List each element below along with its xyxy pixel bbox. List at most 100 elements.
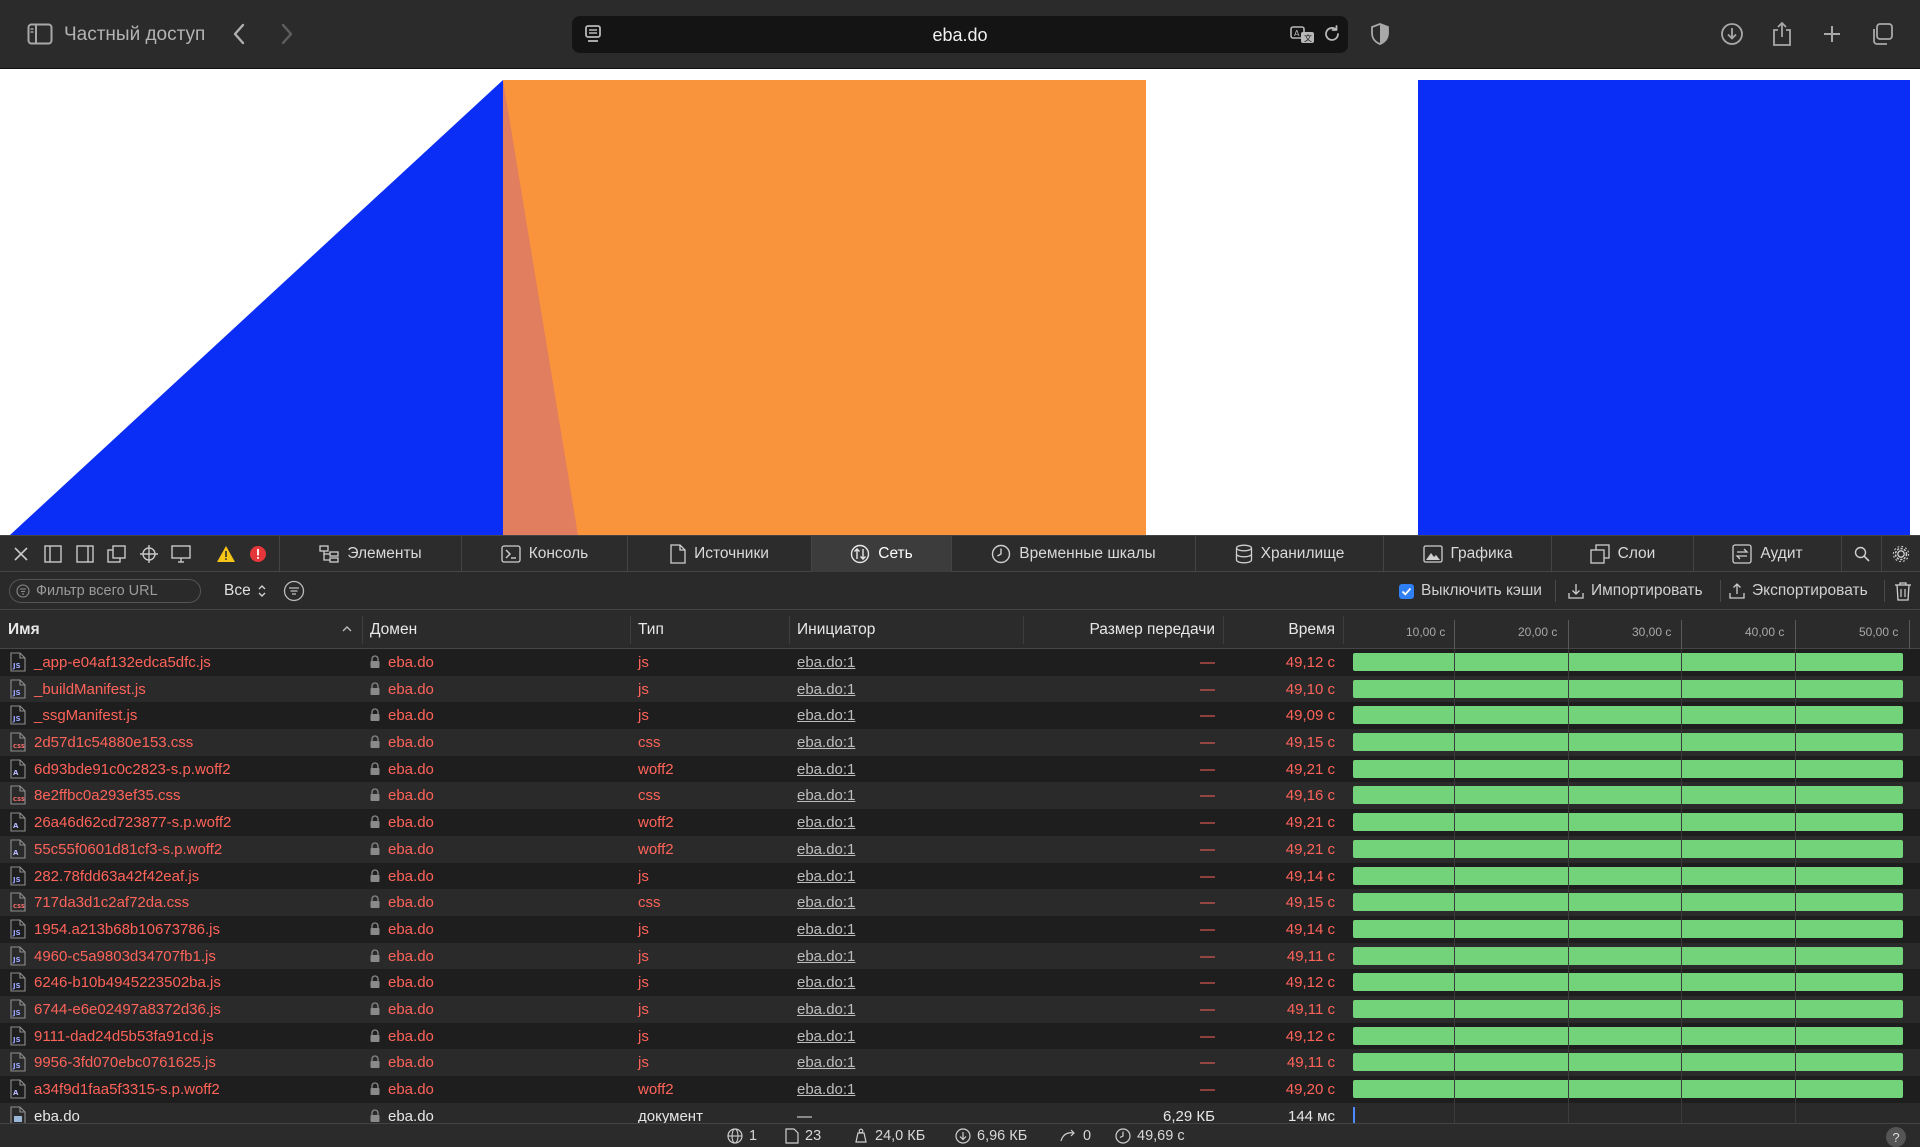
waterfall-bar[interactable]: [1353, 839, 1903, 858]
undock-icon[interactable]: [106, 543, 128, 565]
waterfall-bar[interactable]: [1353, 706, 1903, 725]
back-icon[interactable]: [226, 20, 252, 48]
table-row[interactable]: JS _ssgManifest.js eba.do js eba.do:1 — 49,09 …: [0, 702, 1920, 730]
request-initiator-link[interactable]: eba.do:1: [797, 948, 855, 965]
translate-icon[interactable]: A文: [1290, 24, 1316, 46]
waterfall-bar[interactable]: [1353, 946, 1903, 965]
waterfall-bar[interactable]: [1353, 1080, 1903, 1098]
request-initiator-link[interactable]: —: [797, 1108, 812, 1123]
tab-overview-icon[interactable]: [1868, 20, 1896, 48]
waterfall-bar[interactable]: [1353, 893, 1903, 912]
table-row[interactable]: CSS 8e2ffbc0a293ef35.css eba.do css eba.do:1…: [0, 782, 1920, 810]
table-row[interactable]: eba.do eba.do документ — 6,29 КБ 144 мс: [0, 1102, 1920, 1123]
table-row[interactable]: JS 4960-c5a9803d34707fb1.js eba.do js eba.do…: [0, 942, 1920, 970]
tab-console[interactable]: Консоль: [461, 536, 627, 572]
column-header-initiator[interactable]: Инициатор: [797, 621, 875, 639]
tab-elements[interactable]: Элементы: [279, 536, 461, 572]
table-row[interactable]: A 26a46d62cd723877-s.p.woff2 eba.do woff2 eb…: [0, 809, 1920, 836]
reload-icon[interactable]: [1322, 24, 1342, 46]
table-row[interactable]: A 55c55f0601d81cf3-s.p.woff2 eba.do woff2 eb…: [0, 835, 1920, 863]
new-tab-icon[interactable]: [1818, 20, 1846, 48]
tab-network[interactable]: Сеть: [811, 536, 951, 572]
privacy-report-icon[interactable]: [1367, 20, 1393, 48]
devtools-settings-button[interactable]: [1881, 536, 1920, 572]
tab-graphics[interactable]: Графика: [1383, 536, 1551, 572]
table-row[interactable]: JS _app-e04af132edca5dfc.js eba.do js eba.do…: [0, 649, 1920, 676]
waterfall-bar[interactable]: [1353, 919, 1903, 938]
waterfall-bar[interactable]: [1353, 653, 1903, 671]
request-initiator-link[interactable]: eba.do:1: [797, 707, 855, 724]
waterfall-bar[interactable]: [1353, 759, 1903, 778]
waterfall-bar[interactable]: [1353, 866, 1903, 885]
warning-icon[interactable]: [215, 543, 237, 565]
request-initiator-link[interactable]: eba.do:1: [797, 734, 855, 751]
column-header-time[interactable]: Время: [1288, 621, 1335, 639]
request-initiator-link[interactable]: eba.do:1: [797, 761, 855, 778]
table-row[interactable]: JS 9111-dad24d5b53fa91cd.js eba.do js eba.do…: [0, 1022, 1920, 1050]
tab-timelines[interactable]: Временные шкалы: [951, 536, 1195, 572]
tab-audit[interactable]: Аудит: [1693, 536, 1841, 572]
waterfall-bar[interactable]: [1353, 973, 1903, 992]
table-row[interactable]: A 6d93bde91c0c2823-s.p.woff2 eba.do woff2 eb…: [0, 755, 1920, 783]
request-initiator-link[interactable]: eba.do:1: [797, 1028, 855, 1045]
downloads-icon[interactable]: [1718, 20, 1746, 48]
url-filter-input[interactable]: Фильтр всего URL: [9, 579, 201, 603]
devtools-search-button[interactable]: [1841, 536, 1881, 572]
table-row[interactable]: JS 6744-e6e02497a8372d36.js eba.do js eba.do…: [0, 995, 1920, 1023]
table-row[interactable]: JS 1954.a213b68b10673786.js eba.do js eba.do…: [0, 915, 1920, 943]
column-header-domain[interactable]: Домен: [370, 621, 417, 639]
table-row[interactable]: JS 9956-3fd070ebc0761625.js eba.do js eba.do…: [0, 1049, 1920, 1076]
export-button[interactable]: Экспортировать: [1729, 582, 1868, 600]
inspect-element-icon[interactable]: [138, 543, 160, 565]
waterfall-bar[interactable]: [1353, 813, 1903, 832]
request-initiator-link[interactable]: eba.do:1: [797, 868, 855, 885]
waterfall-bar[interactable]: [1353, 1106, 1355, 1123]
filter-options-icon[interactable]: [283, 580, 305, 602]
request-initiator-link[interactable]: eba.do:1: [797, 1054, 855, 1071]
waterfall-bar[interactable]: [1353, 786, 1903, 805]
column-header-size[interactable]: Размер передачи: [1089, 621, 1215, 639]
waterfall-bar[interactable]: [1353, 733, 1903, 752]
request-initiator-link[interactable]: eba.do:1: [797, 1081, 855, 1098]
import-button[interactable]: Импортировать: [1568, 582, 1703, 600]
forward-icon[interactable]: [274, 20, 300, 48]
table-row[interactable]: CSS 2d57d1c54880e153.css eba.do css eba.do:1…: [0, 729, 1920, 756]
dock-left-icon[interactable]: [42, 543, 64, 565]
tab-storage[interactable]: Хранилище: [1195, 536, 1383, 572]
tab-layers[interactable]: Слои: [1551, 536, 1693, 572]
request-initiator-link[interactable]: eba.do:1: [797, 814, 855, 831]
waterfall-bar[interactable]: [1353, 1053, 1903, 1072]
resource-type-select[interactable]: Все: [224, 582, 267, 600]
request-initiator-link[interactable]: eba.do:1: [797, 921, 855, 938]
disable-caches-checkbox[interactable]: Выключить кэши: [1399, 582, 1542, 600]
request-initiator-link[interactable]: eba.do:1: [797, 681, 855, 698]
tab-sources[interactable]: Источники: [627, 536, 811, 572]
request-initiator-link[interactable]: eba.do:1: [797, 1001, 855, 1018]
sort-ascending-icon[interactable]: [340, 622, 354, 636]
column-header-type[interactable]: Тип: [638, 621, 664, 639]
close-devtools-icon[interactable]: [10, 543, 32, 565]
request-initiator-link[interactable]: eba.do:1: [797, 787, 855, 804]
table-row[interactable]: JS 6246-b10b4945223502ba.js eba.do js eba.do…: [0, 969, 1920, 996]
waterfall-bar[interactable]: [1353, 1026, 1903, 1045]
request-initiator-link[interactable]: eba.do:1: [797, 894, 855, 911]
waterfall-bar[interactable]: [1353, 679, 1903, 698]
share-icon[interactable]: [1768, 20, 1796, 48]
waterfall-bar[interactable]: [1353, 999, 1903, 1018]
column-header-name[interactable]: Имя: [8, 621, 40, 639]
help-button[interactable]: ?: [1886, 1127, 1906, 1147]
url-text[interactable]: eba.do: [572, 25, 1348, 46]
clear-log-icon[interactable]: [1894, 581, 1914, 601]
request-initiator-link[interactable]: eba.do:1: [797, 974, 855, 991]
address-bar[interactable]: eba.do A文: [572, 16, 1348, 53]
table-row[interactable]: Aa34f9d1faa5f3315-s.p.woff2 eba.do woff2 eb…: [0, 1076, 1920, 1103]
error-icon[interactable]: [247, 543, 269, 565]
device-settings-icon[interactable]: [170, 543, 192, 565]
dock-right-icon[interactable]: [74, 543, 96, 565]
sidebar-toggle-icon[interactable]: [26, 20, 54, 48]
table-row[interactable]: JS _buildManifest.js eba.do js eba.do:1 — 49,1…: [0, 675, 1920, 703]
request-initiator-link[interactable]: eba.do:1: [797, 841, 855, 858]
table-row[interactable]: CSS 717da3d1c2af72da.css eba.do css eba.do:1…: [0, 889, 1920, 916]
table-row[interactable]: JS 282.78fdd63a42f42eaf.js eba.do js eba.do:…: [0, 862, 1920, 890]
request-initiator-link[interactable]: eba.do:1: [797, 654, 855, 671]
